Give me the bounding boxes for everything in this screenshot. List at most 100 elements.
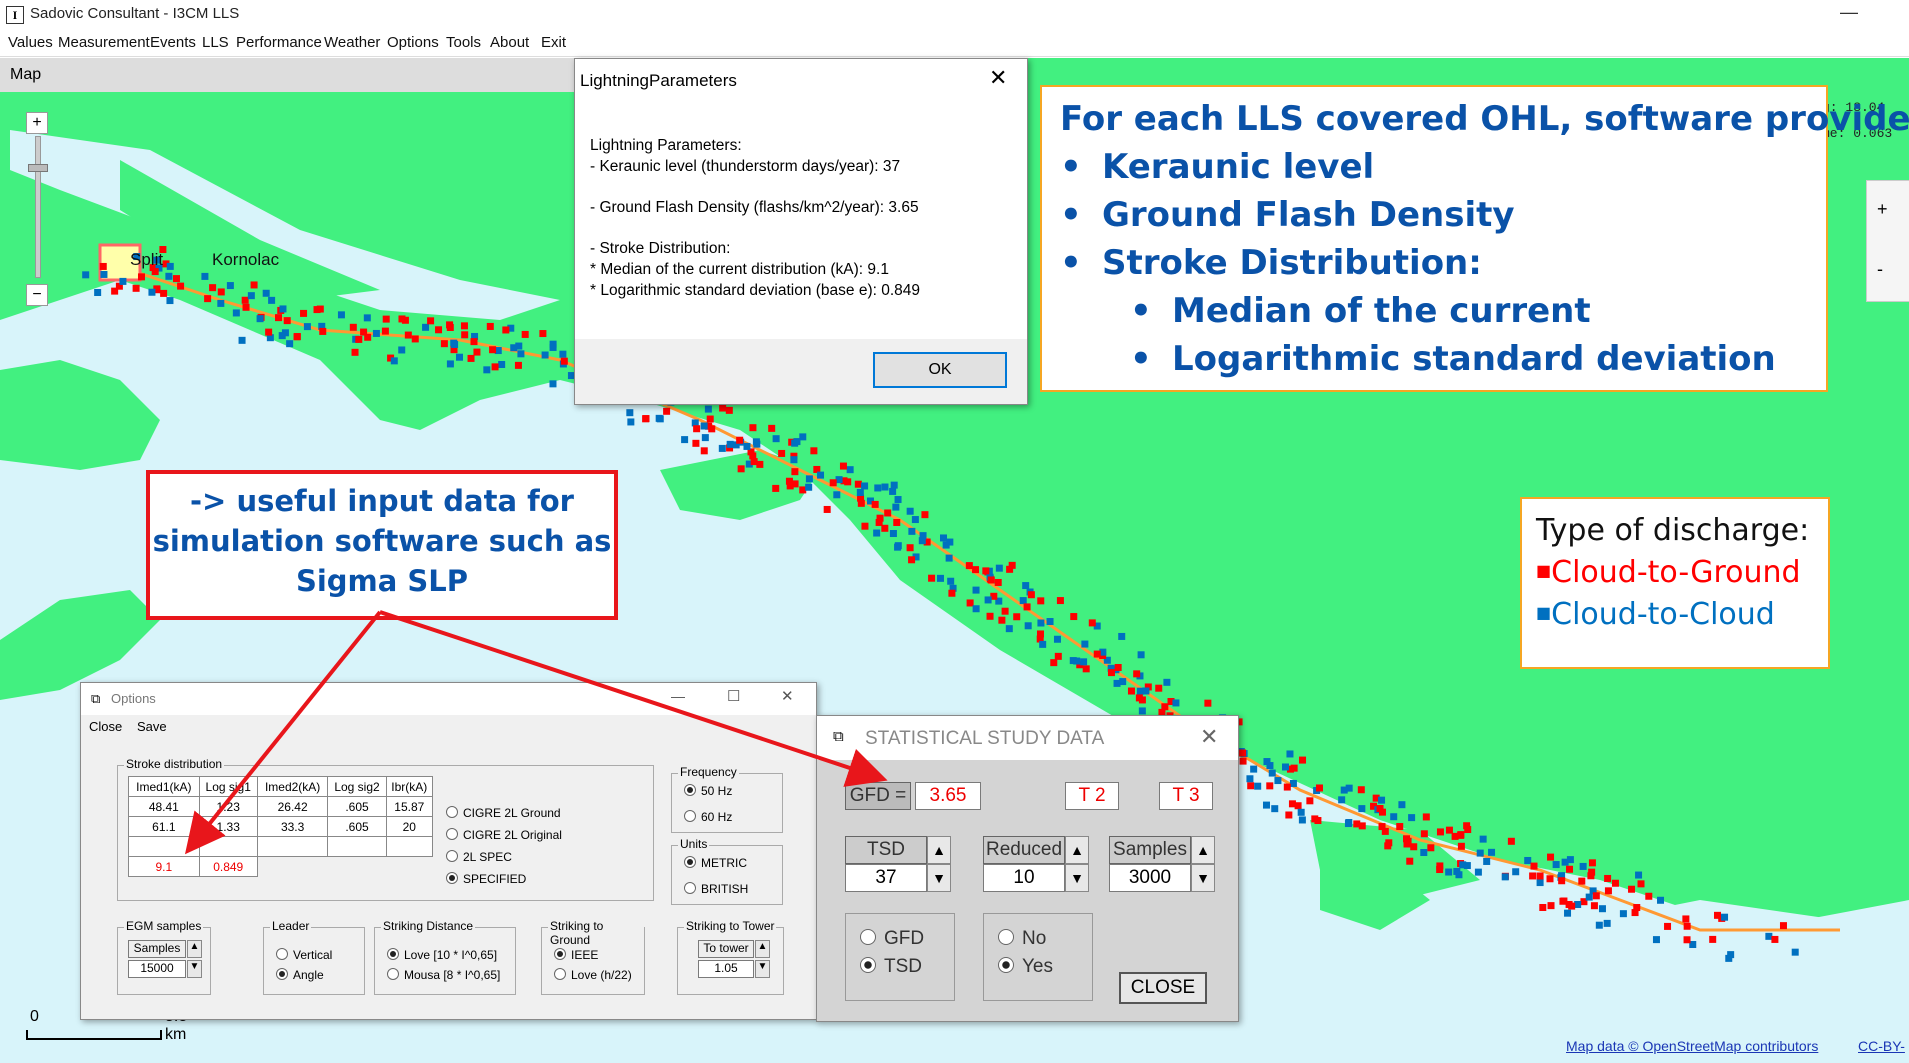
egm-samples-group: EGM samples Samples 15000 ▲ ▼: [117, 919, 211, 995]
zoom-slider-handle[interactable]: [28, 164, 48, 172]
attribution-link[interactable]: Map data © OpenStreetMap contributors: [1566, 1038, 1818, 1054]
close-icon[interactable]: ✕: [989, 65, 1007, 91]
spin-down-icon[interactable]: ▼: [187, 960, 202, 978]
zoom-out-button[interactable]: −: [26, 284, 48, 306]
table-cell[interactable]: 1.33: [198, 816, 258, 837]
input-data-callout: -> useful input data for simulation soft…: [146, 470, 618, 620]
gfd-value-field[interactable]: 3.65: [915, 782, 981, 810]
strike-marker: [1474, 868, 1482, 876]
t2-field[interactable]: T 2: [1065, 782, 1119, 810]
options-menu-save[interactable]: Save: [137, 719, 167, 734]
minimize-icon[interactable]: —: [671, 688, 685, 704]
table-cell[interactable]: 20: [385, 816, 434, 837]
spin-up-icon[interactable]: ▲: [187, 940, 202, 958]
menu-measurement[interactable]: Measurement: [58, 34, 150, 51]
license-link[interactable]: CC-BY-: [1858, 1038, 1905, 1054]
units-label: Units: [678, 837, 710, 851]
radio-gfd[interactable]: GFD: [860, 928, 924, 950]
menu-weather[interactable]: Weather: [324, 34, 380, 51]
strike-marker: [166, 262, 174, 270]
strike-marker: [874, 484, 882, 492]
radio-specified[interactable]: SPECIFIED: [446, 872, 526, 886]
keraunic-text: - Keraunic level (thunderstorm days/year…: [590, 158, 901, 175]
samples-up-icon[interactable]: ▲: [1191, 836, 1215, 864]
radio-tsd[interactable]: TSD: [860, 956, 922, 978]
tsd-down-icon[interactable]: ▼: [927, 864, 951, 892]
options-menu-close[interactable]: Close: [89, 719, 122, 734]
table-cell[interactable]: 61.1: [128, 816, 200, 837]
table-cell[interactable]: 26.42: [256, 796, 329, 817]
radio-metric[interactable]: METRIC: [684, 856, 747, 870]
table-cell[interactable]: 15.87: [385, 796, 434, 817]
strike-marker: [1050, 659, 1058, 667]
menu-options[interactable]: Options: [387, 34, 439, 51]
table-cell[interactable]: .605: [327, 816, 387, 837]
menu-events[interactable]: Events: [150, 34, 196, 51]
minimize-button[interactable]: —: [1840, 2, 1858, 23]
table-cell[interactable]: [128, 836, 200, 857]
table-cell[interactable]: 33.3: [256, 816, 329, 837]
strike-marker: [1081, 640, 1089, 648]
table-cell[interactable]: 1.23: [198, 796, 258, 817]
table-cell[interactable]: 48.41: [128, 796, 200, 817]
strike-marker: [1263, 758, 1271, 766]
samples-down-icon[interactable]: ▼: [1191, 864, 1215, 892]
menu-tools[interactable]: Tools: [446, 34, 481, 51]
radio-cigre-original[interactable]: CIGRE 2L Original: [446, 828, 562, 842]
menu-exit[interactable]: Exit: [541, 34, 566, 51]
close-button[interactable]: CLOSE: [1119, 972, 1207, 1004]
spin-down-icon[interactable]: ▼: [755, 960, 770, 978]
radio-mousa[interactable]: Mousa [8 * I^0,65]: [387, 968, 500, 982]
close-icon[interactable]: ✕: [781, 687, 794, 705]
side-plus-button[interactable]: +: [1877, 199, 1888, 220]
table-cell[interactable]: [198, 836, 258, 857]
tsd-field[interactable]: 37: [845, 864, 927, 892]
radio-angle[interactable]: Angle: [276, 968, 324, 982]
radio-cigre-ground[interactable]: CIGRE 2L Ground: [446, 806, 561, 820]
reduced-up-icon[interactable]: ▲: [1065, 836, 1089, 864]
ok-button[interactable]: OK: [873, 352, 1007, 388]
table-cell[interactable]: .605: [327, 796, 387, 817]
t3-field[interactable]: T 3: [1159, 782, 1213, 810]
radio-love-h22[interactable]: Love (h/22): [554, 968, 632, 982]
zoom-in-button[interactable]: +: [26, 112, 48, 134]
strike-marker: [1598, 905, 1606, 913]
table-cell[interactable]: 0.849: [198, 856, 258, 877]
menu-about[interactable]: About: [490, 34, 529, 51]
close-icon[interactable]: ✕: [1200, 724, 1218, 750]
radio-no[interactable]: No: [998, 928, 1046, 950]
reduced-field[interactable]: 10: [983, 864, 1065, 892]
radio-2l-spec[interactable]: 2L SPEC: [446, 850, 512, 864]
tsd-up-icon[interactable]: ▲: [927, 836, 951, 864]
menu-performance[interactable]: Performance: [236, 34, 322, 51]
samples-field[interactable]: 3000: [1109, 864, 1191, 892]
table-cell[interactable]: [385, 836, 434, 857]
side-minus-button[interactable]: -: [1877, 259, 1883, 280]
maximize-icon[interactable]: ☐: [727, 687, 740, 705]
menu-lls[interactable]: LLS: [202, 34, 229, 51]
table-cell[interactable]: 9.1: [128, 856, 200, 877]
menu-values[interactable]: Values: [8, 34, 53, 51]
radio-yes[interactable]: Yes: [998, 956, 1053, 978]
options-title: Options: [111, 691, 156, 706]
radio-love[interactable]: Love [10 * I^0,65]: [387, 948, 497, 962]
strike-marker: [201, 272, 209, 280]
reduced-down-icon[interactable]: ▼: [1065, 864, 1089, 892]
zoom-control[interactable]: + −: [26, 112, 50, 306]
radio-ieee[interactable]: IEEE: [554, 948, 598, 962]
radio-60hz[interactable]: 60 Hz: [684, 810, 732, 824]
table-cell[interactable]: [256, 836, 329, 857]
egm-samples-input[interactable]: 15000: [128, 960, 186, 978]
radio-british[interactable]: BRITISH: [684, 882, 748, 896]
strike-marker: [1376, 805, 1384, 813]
tower-input[interactable]: 1.05: [698, 960, 754, 978]
zoom-slider-track[interactable]: [35, 136, 41, 278]
spin-up-icon[interactable]: ▲: [755, 940, 770, 958]
strike-marker: [446, 323, 454, 331]
strike-marker: [881, 483, 889, 491]
table-cell[interactable]: [327, 836, 387, 857]
strike-marker: [987, 576, 995, 584]
radio-vertical[interactable]: Vertical: [276, 948, 332, 962]
radio-50hz[interactable]: 50 Hz: [684, 784, 732, 798]
strike-marker: [319, 327, 327, 335]
